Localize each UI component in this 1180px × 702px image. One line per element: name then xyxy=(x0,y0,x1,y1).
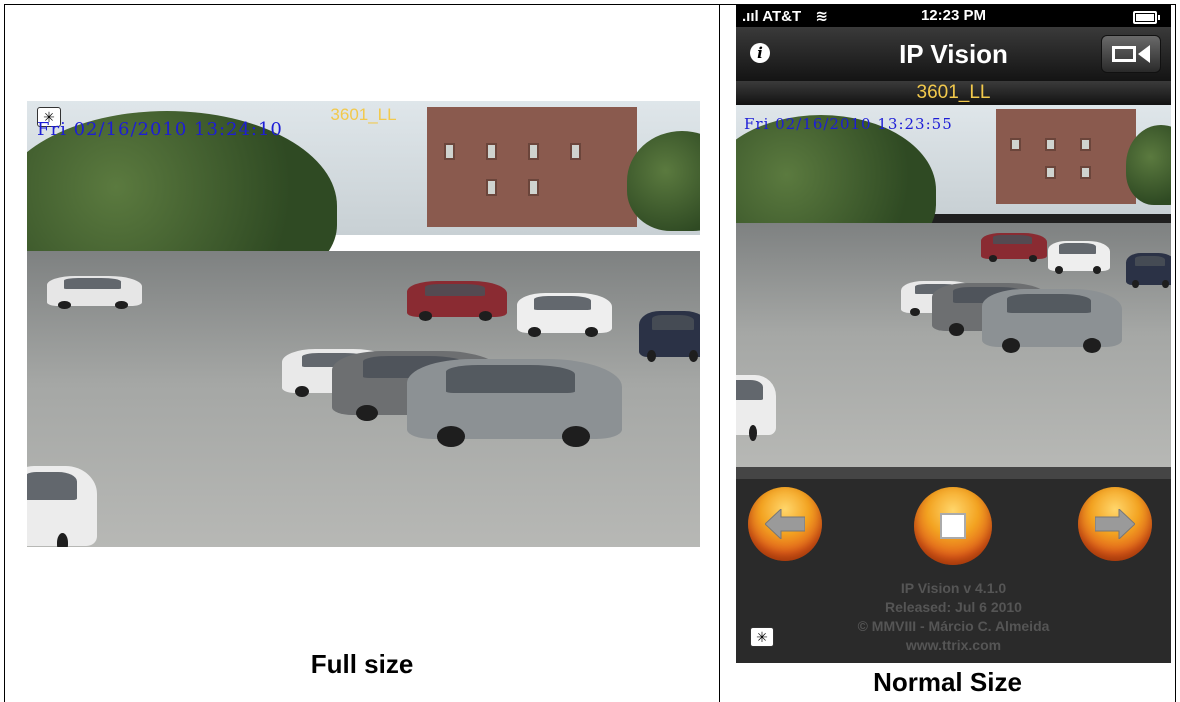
version-text: IP Vision v 4.1.0 xyxy=(900,580,1007,596)
stop-icon xyxy=(940,513,966,539)
scene-car xyxy=(27,466,97,547)
status-bar: .ııl AT&T ≋ 12:23 PM xyxy=(736,5,1171,27)
camera-name-bar: 3601_LL xyxy=(736,81,1171,105)
video-camera-icon xyxy=(1112,46,1136,62)
full-size-panel: ✳ 3601_LL Fri 02/16/2010 13:24:10 Full s… xyxy=(4,4,720,702)
scene-car xyxy=(517,293,612,337)
normal-size-panel: .ııl AT&T ≋ 12:23 PM i IP Vision 3601_LL xyxy=(720,4,1176,702)
iphone-screen: .ııl AT&T ≋ 12:23 PM i IP Vision 3601_LL xyxy=(736,5,1171,663)
camera-timestamp: Fri 02/16/2010 13:24:10 xyxy=(37,119,283,140)
previous-button[interactable] xyxy=(748,487,822,561)
copyright-text: © MMVIII - Márcio C. Almeida xyxy=(857,618,1050,634)
scene-car xyxy=(407,281,507,321)
scene-building xyxy=(427,107,637,227)
battery-icon xyxy=(1133,11,1160,24)
next-button[interactable] xyxy=(1078,487,1152,561)
scene-car xyxy=(736,375,776,441)
caption-full-size: Full size xyxy=(310,649,414,679)
camera-feed-full[interactable]: ✳ 3601_LL Fri 02/16/2010 13:24:10 xyxy=(27,101,700,547)
scene-car xyxy=(981,233,1047,262)
nav-bar: i IP Vision xyxy=(736,27,1171,82)
scene-car xyxy=(407,359,622,447)
right-arrow-icon xyxy=(1095,509,1135,539)
stop-button[interactable] xyxy=(914,487,992,565)
website-link[interactable]: www.ttrix.com xyxy=(736,636,1171,655)
release-date: Released: Jul 6 2010 xyxy=(885,599,1022,615)
camera-timestamp: Fri 02/16/2010 13:23:55 xyxy=(744,115,953,133)
flash-icon[interactable]: ✳ xyxy=(750,627,774,647)
camera-button[interactable] xyxy=(1101,35,1161,73)
status-time: 12:23 PM xyxy=(920,7,987,24)
scene-car xyxy=(1126,253,1171,289)
left-arrow-icon xyxy=(765,509,805,539)
scene-building xyxy=(996,109,1136,204)
scene-car xyxy=(982,289,1122,353)
camera-feed-normal[interactable]: Fri 02/16/2010 13:23:55 xyxy=(736,105,1171,467)
scene-car xyxy=(47,276,142,309)
caption-normal-size: Normal Size xyxy=(873,667,1022,697)
scene-car xyxy=(639,311,700,362)
about-info: IP Vision v 4.1.0 Released: Jul 6 2010 ©… xyxy=(736,579,1171,655)
scene-car xyxy=(1048,241,1110,274)
